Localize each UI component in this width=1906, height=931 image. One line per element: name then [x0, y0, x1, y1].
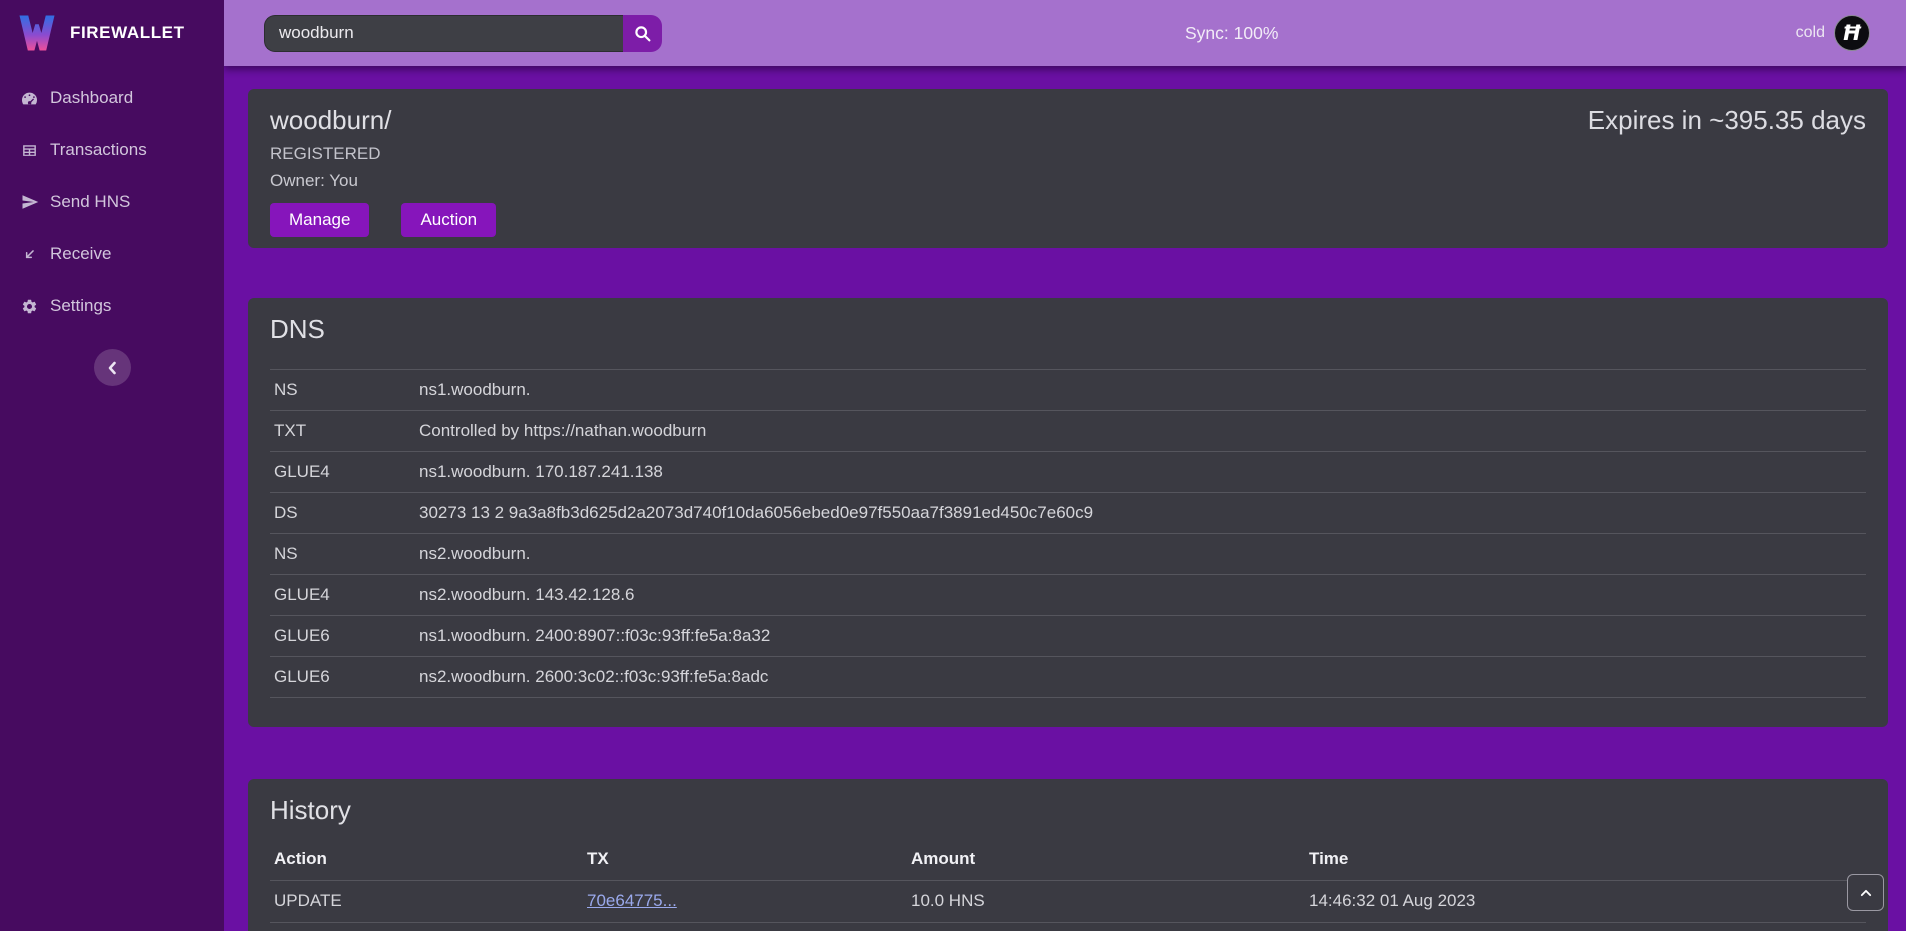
history-amount: 10.0 HNS — [907, 880, 1305, 922]
history-table: Action TX Amount Time UPDATE 70e64775...… — [270, 838, 1866, 931]
history-col-action: Action — [270, 838, 583, 880]
search-button[interactable] — [623, 15, 662, 52]
firewallet-logo-icon — [16, 13, 58, 53]
dns-record-row: GLUE4 ns1.woodburn. 170.187.241.138 — [270, 452, 1866, 493]
history-row: RENEW d7b64c75... 10.0 HNS 15:47:36 27 J… — [270, 922, 1866, 931]
dns-record-value: ns2.woodburn. 2600:3c02::f03c:93ff:fe5a:… — [415, 657, 1866, 698]
topbar: Sync: 100% cold Ħ — [224, 0, 1906, 66]
dashboard-gauge-icon — [20, 89, 39, 108]
app-window: FIREWALLET Dashboard Transactions Send H… — [0, 0, 1906, 931]
dns-record-value: ns2.woodburn. 143.42.128.6 — [415, 575, 1866, 616]
history-time: 14:46:32 01 Aug 2023 — [1305, 880, 1866, 922]
brand: FIREWALLET — [0, 0, 224, 66]
history-time: 15:47:36 27 Jul 2023 — [1305, 922, 1866, 931]
history-col-time: Time — [1305, 838, 1866, 880]
history-col-amount: Amount — [907, 838, 1305, 880]
history-title: History — [270, 795, 1866, 826]
dns-record-value: 30273 13 2 9a3a8fb3d625d2a2073d740f10da6… — [415, 493, 1866, 534]
sidebar-item-dashboard[interactable]: Dashboard — [0, 72, 224, 124]
dns-record-type: NS — [270, 370, 415, 411]
auction-button[interactable]: Auction — [401, 203, 496, 237]
receive-arrow-icon — [20, 246, 39, 263]
main-content: woodburn/ REGISTERED Owner: You Manage A… — [224, 66, 1906, 931]
brand-name: FIREWALLET — [70, 23, 185, 43]
sidebar-item-send-hns[interactable]: Send HNS — [0, 176, 224, 228]
sidebar-nav: Dashboard Transactions Send HNS Receive — [0, 72, 224, 332]
dns-record-type: GLUE6 — [270, 657, 415, 698]
domain-actions: Manage Auction — [270, 203, 1866, 237]
history-action: RENEW — [270, 922, 583, 931]
history-amount: 10.0 HNS — [907, 922, 1305, 931]
handshake-wallet-icon[interactable]: Ħ — [1834, 15, 1870, 51]
dns-record-row: NS ns2.woodburn. — [270, 534, 1866, 575]
search-box — [264, 15, 662, 52]
manage-button[interactable]: Manage — [270, 203, 369, 237]
transactions-table-icon — [20, 142, 39, 159]
dns-record-type: TXT — [270, 411, 415, 452]
dns-record-value: Controlled by https://nathan.woodburn — [415, 411, 1866, 452]
history-col-tx: TX — [583, 838, 907, 880]
sidebar-item-label: Receive — [50, 244, 111, 264]
sidebar-item-transactions[interactable]: Transactions — [0, 124, 224, 176]
history-action: UPDATE — [270, 880, 583, 922]
history-card: History Action TX Amount Time UPDATE — [248, 779, 1888, 931]
dns-record-row: GLUE4 ns2.woodburn. 143.42.128.6 — [270, 575, 1866, 616]
dns-record-row: TXT Controlled by https://nathan.woodbur… — [270, 411, 1866, 452]
domain-status: REGISTERED — [270, 144, 1866, 164]
tx-link[interactable]: 70e64775... — [587, 891, 677, 910]
dns-record-value: ns1.woodburn. — [415, 370, 1866, 411]
sidebar-item-settings[interactable]: Settings — [0, 280, 224, 332]
sidebar-item-label: Settings — [50, 296, 111, 316]
search-icon — [633, 24, 652, 43]
chevron-up-icon — [1859, 886, 1873, 900]
dns-record-value: ns2.woodburn. — [415, 534, 1866, 575]
dns-record-row: GLUE6 ns1.woodburn. 2400:8907::f03c:93ff… — [270, 616, 1866, 657]
history-row: UPDATE 70e64775... 10.0 HNS 14:46:32 01 … — [270, 880, 1866, 922]
send-plane-icon — [20, 193, 39, 211]
content-column: Sync: 100% cold Ħ woodburn/ REGISTERED O… — [224, 0, 1906, 931]
history-header-row: Action TX Amount Time — [270, 838, 1866, 880]
dns-record-row: DS 30273 13 2 9a3a8fb3d625d2a2073d740f10… — [270, 493, 1866, 534]
sidebar-collapse-button[interactable] — [94, 349, 131, 386]
wallet-selector: cold Ħ — [1796, 15, 1906, 51]
dns-record-row: GLUE6 ns2.woodburn. 2600:3c02::f03c:93ff… — [270, 657, 1866, 698]
dns-record-value: ns1.woodburn. 170.187.241.138 — [415, 452, 1866, 493]
dns-record-value: ns1.woodburn. 2400:8907::f03c:93ff:fe5a:… — [415, 616, 1866, 657]
settings-gear-icon — [20, 298, 39, 315]
domain-card: woodburn/ REGISTERED Owner: You Manage A… — [248, 89, 1888, 248]
dns-record-type: NS — [270, 534, 415, 575]
search-input[interactable] — [264, 15, 623, 52]
dns-record-type: GLUE6 — [270, 616, 415, 657]
scroll-to-top-button[interactable] — [1847, 874, 1884, 911]
dns-record-row: NS ns1.woodburn. — [270, 370, 1866, 411]
dns-record-type: GLUE4 — [270, 452, 415, 493]
domain-expires: Expires in ~395.35 days — [1588, 105, 1866, 136]
chevron-left-icon — [102, 357, 124, 379]
dns-card: DNS NS ns1.woodburn. TXT Controlled by h… — [248, 298, 1888, 727]
domain-owner: Owner: You — [270, 171, 1866, 191]
sidebar-item-label: Dashboard — [50, 88, 133, 108]
sync-status: Sync: 100% — [1185, 0, 1278, 66]
dns-record-type: GLUE4 — [270, 575, 415, 616]
dns-record-type: DS — [270, 493, 415, 534]
sidebar-item-receive[interactable]: Receive — [0, 228, 224, 280]
dns-records-table: NS ns1.woodburn. TXT Controlled by https… — [270, 369, 1866, 698]
dns-title: DNS — [270, 314, 1866, 345]
sidebar-item-label: Send HNS — [50, 192, 130, 212]
sidebar: FIREWALLET Dashboard Transactions Send H… — [0, 0, 224, 931]
sidebar-item-label: Transactions — [50, 140, 147, 160]
wallet-name: cold — [1796, 24, 1825, 42]
